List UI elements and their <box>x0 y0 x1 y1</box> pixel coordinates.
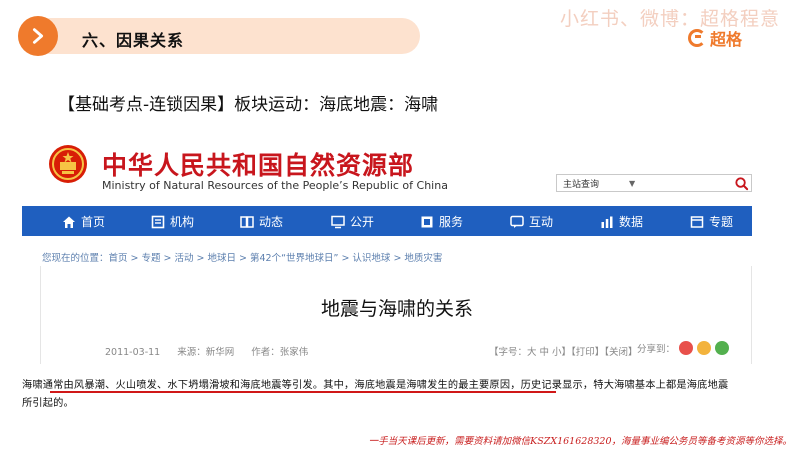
quote-line-2: 所引起的。 <box>22 398 74 409</box>
quote-excerpt: 海啸通常由风暴潮、火山喷发、水下坍塌滑坡和海底地震等引发。其中，海底地震是海啸发… <box>8 366 800 410</box>
nav-item-topic[interactable]: 专题 <box>690 213 733 230</box>
article-panel: 地震与海啸的关系 2011-03-11 来源：新华网 作者：张家伟 【字号：大 … <box>40 266 752 364</box>
chevron-right-icon <box>18 16 58 56</box>
nav-label: 专题 <box>709 215 734 229</box>
site-name[interactable]: 中华人民共和国自然资源部 <box>102 146 414 182</box>
article-source: 来源：新华网 <box>177 347 235 358</box>
nav-item-home[interactable]: 首页 <box>62 213 105 230</box>
wechat-share-icon[interactable] <box>715 341 730 355</box>
nav-label: 数据 <box>619 215 644 229</box>
monitor-icon <box>331 215 345 228</box>
article-title: 地震与海啸的关系 <box>320 298 473 320</box>
nav-item-open[interactable]: 公开 <box>331 213 374 230</box>
weibo-share-icon[interactable] <box>679 341 694 355</box>
nav-item-interact[interactable]: 互动 <box>510 213 553 230</box>
quote-line-1: 海啸通常由风暴潮、火山喷发、水下坍塌滑坡和海底地震等引发。其中，海底地震是海啸发… <box>22 380 729 391</box>
search-icon[interactable] <box>734 176 749 191</box>
site-search-box[interactable]: 主站查询 ▼ <box>556 174 752 192</box>
slide-heading: 【基础考点-连锁因果】板块运动：海底地震：海啸 <box>58 95 439 115</box>
chart-icon <box>601 216 613 228</box>
brand-name: 超格 <box>710 30 743 49</box>
national-emblem-icon <box>49 145 87 183</box>
watermark: 小红书、微博：超格程意 <box>560 8 781 30</box>
share-bar: 分享到： <box>637 341 730 355</box>
service-icon <box>421 216 433 227</box>
nav-label: 公开 <box>350 215 375 229</box>
brand-logo: 超格 <box>688 26 742 50</box>
nav-item-org[interactable]: 机构 <box>151 213 194 230</box>
chat-icon <box>510 215 524 228</box>
embedded-webpage: 中华人民共和国自然资源部 Ministry of Natural Resourc… <box>22 138 752 364</box>
slide-header: 六、因果关系 小红书、微博：超格程意 超格 <box>0 8 800 58</box>
nav-item-service[interactable]: 服务 <box>420 213 463 230</box>
share-label: 分享到： <box>637 344 676 355</box>
org-icon <box>151 215 165 228</box>
article-author: 作者：张家伟 <box>251 347 309 358</box>
red-underline <box>50 391 556 393</box>
section-title: 六、因果关系 <box>82 31 185 50</box>
site-navbar: 首页 机构 动态 公开 服务 互动 数据 专题 <box>22 206 752 236</box>
qzone-share-icon[interactable] <box>697 341 712 355</box>
caret-down-icon: ▼ <box>629 179 636 188</box>
section-bar: 六、因果关系 <box>18 16 420 56</box>
article-meta: 2011-03-11 来源：新华网 作者：张家伟 <box>105 344 322 358</box>
search-scope-select[interactable]: 主站查询 <box>563 177 599 190</box>
nav-label: 首页 <box>81 215 106 229</box>
article-date: 2011-03-11 <box>105 347 161 358</box>
topic-icon <box>690 215 704 228</box>
home-icon <box>63 216 75 228</box>
nav-label: 动态 <box>259 215 284 229</box>
site-name-english: Ministry of Natural Resources of the Peo… <box>102 179 448 192</box>
nav-item-data[interactable]: 数据 <box>600 213 643 230</box>
nav-item-news[interactable]: 动态 <box>240 213 283 230</box>
news-icon <box>240 215 254 228</box>
breadcrumb[interactable]: 您现在的位置：首页 > 专题 > 活动 > 地球日 > 第42个“世界地球日” … <box>42 250 442 264</box>
nav-label: 互动 <box>529 215 554 229</box>
site-header: 中华人民共和国自然资源部 Ministry of Natural Resourc… <box>22 138 752 206</box>
brand-icon <box>688 29 706 47</box>
nav-label: 机构 <box>170 215 195 229</box>
footer-note: 一手当天课后更新，需要资料请加微信KSZX161628320，海量事业编公务员等… <box>368 436 792 447</box>
nav-label: 服务 <box>439 215 464 229</box>
article-tools[interactable]: 【字号：大 中 小】【打印】【关闭】 <box>489 344 638 358</box>
